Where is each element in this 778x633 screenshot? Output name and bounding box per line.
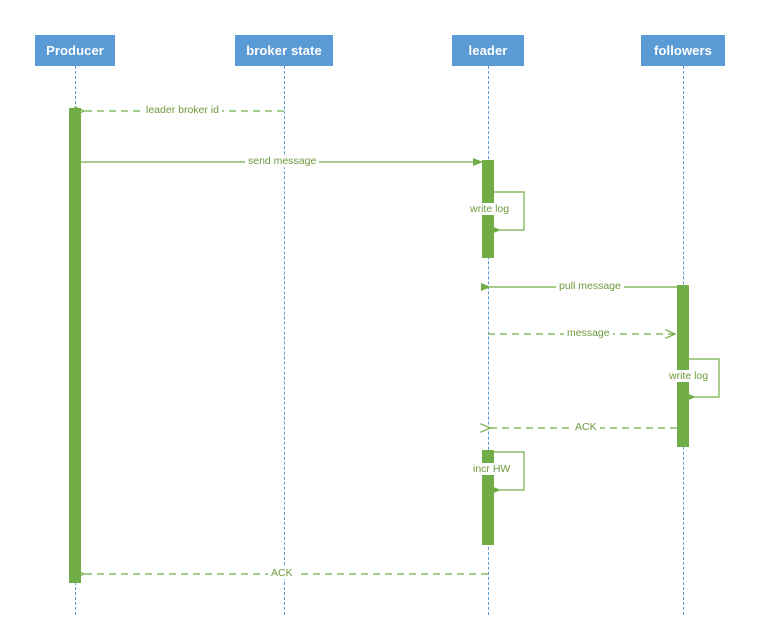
participant-box-followers[interactable]: followers xyxy=(641,35,725,66)
participant-label-broker-state: broker state xyxy=(246,43,322,58)
message-label-leader-broker-id: leader broker id xyxy=(143,104,222,116)
participant-box-broker-state[interactable]: broker state xyxy=(235,35,333,66)
message-label-write-log-leader: write log xyxy=(468,203,512,215)
message-label-ack-followers-leader: ACK xyxy=(572,421,600,433)
message-label-message: message xyxy=(564,327,613,339)
participant-box-producer[interactable]: Producer xyxy=(35,35,115,66)
message-label-write-log-followers: write log xyxy=(667,370,711,382)
participant-label-producer: Producer xyxy=(46,43,104,58)
message-arrows-layer xyxy=(0,0,720,633)
lifeline-broker-state xyxy=(284,66,285,615)
activation-producer[interactable] xyxy=(69,108,81,583)
sequence-diagram: Producer broker state leader followers l… xyxy=(0,0,778,633)
participant-label-leader: leader xyxy=(468,43,508,58)
message-label-send-message: send message xyxy=(245,155,320,167)
message-label-ack-leader-producer: ACK xyxy=(268,567,296,579)
message-label-incr-hw: incr HW xyxy=(471,463,513,475)
participant-box-leader[interactable]: leader xyxy=(452,35,524,66)
participant-label-followers: followers xyxy=(654,43,712,58)
message-label-pull-message: pull message xyxy=(556,280,624,292)
activation-followers-1[interactable] xyxy=(677,285,689,447)
